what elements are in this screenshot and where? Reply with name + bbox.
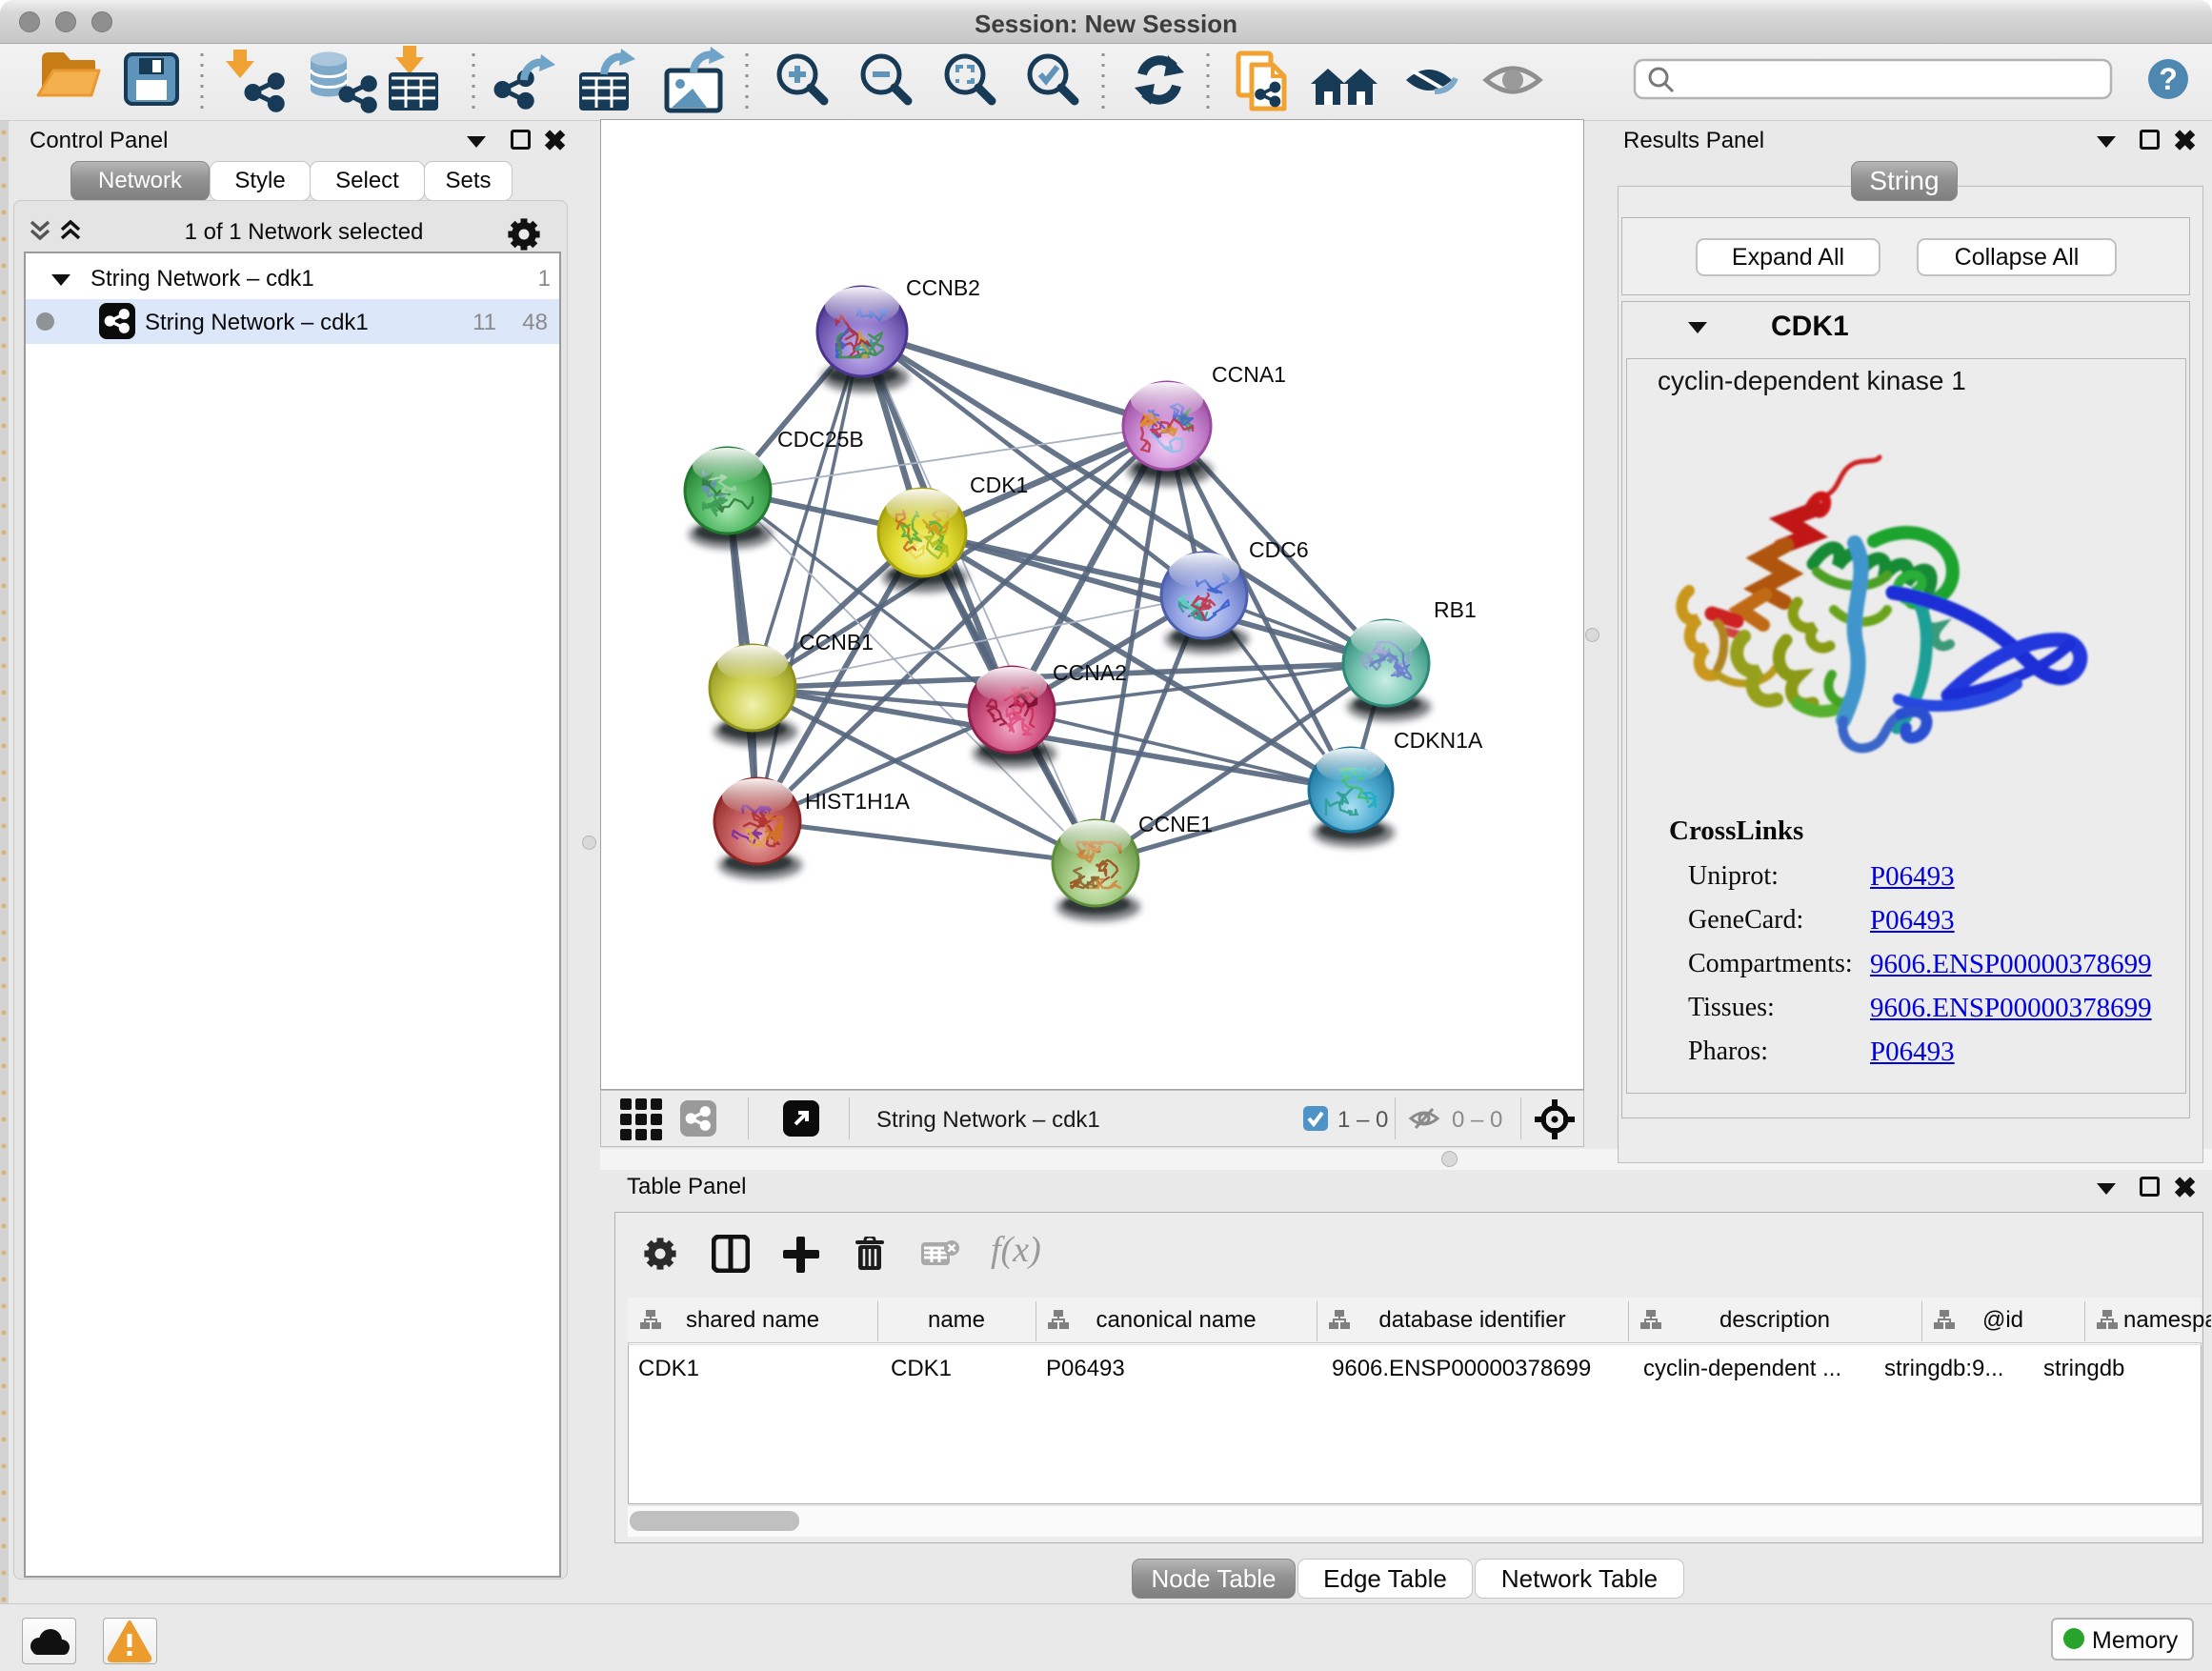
svg-text:CCNB1: CCNB1 bbox=[799, 630, 874, 654]
svg-text:CCNB2: CCNB2 bbox=[906, 275, 980, 300]
svg-text:CDC6: CDC6 bbox=[1249, 537, 1309, 562]
svg-text:CCNE1: CCNE1 bbox=[1138, 812, 1213, 836]
svg-text:CCNA2: CCNA2 bbox=[1053, 660, 1127, 685]
svg-text:CDKN1A: CDKN1A bbox=[1394, 728, 1483, 753]
svg-text:CCNA1: CCNA1 bbox=[1212, 362, 1286, 387]
svg-text:HIST1H1A: HIST1H1A bbox=[805, 789, 911, 814]
svg-text:RB1: RB1 bbox=[1434, 597, 1477, 622]
svg-text:?: ? bbox=[2159, 62, 2178, 96]
svg-text:CDC25B: CDC25B bbox=[777, 427, 864, 452]
svg-text:CDK1: CDK1 bbox=[970, 473, 1028, 497]
